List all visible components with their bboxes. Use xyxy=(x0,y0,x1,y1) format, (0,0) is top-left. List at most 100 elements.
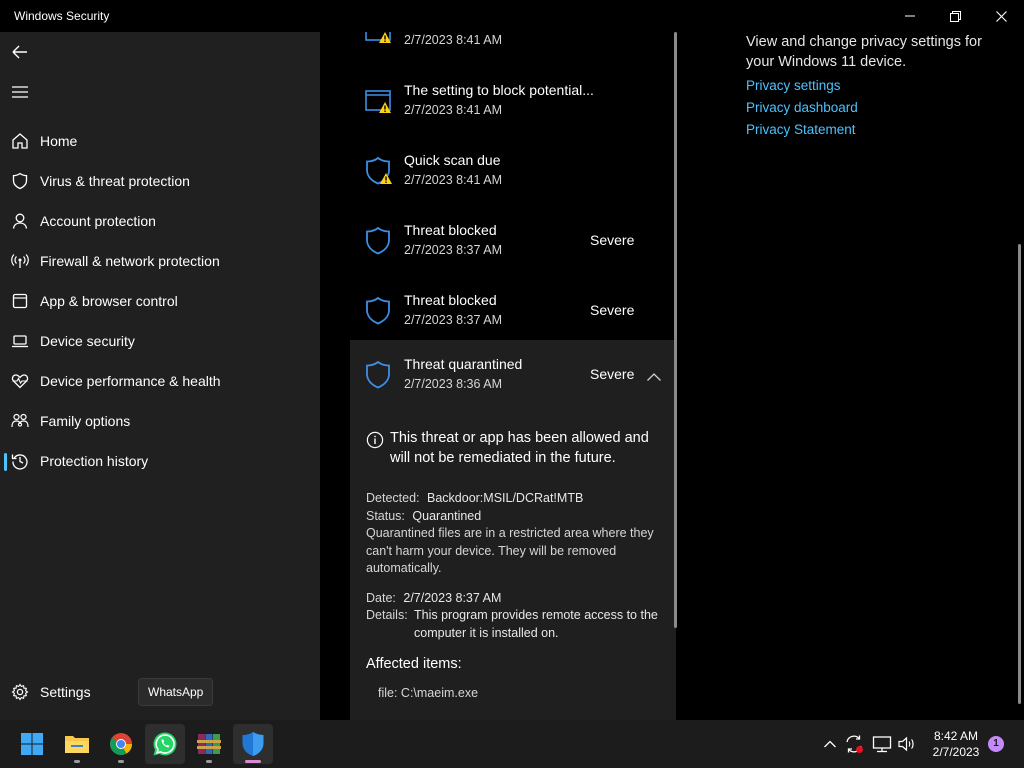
sidebar-item-device-performance[interactable]: Device performance & health xyxy=(0,363,320,399)
history-item[interactable]: 2/7/2023 8:41 AM xyxy=(350,32,676,66)
history-item[interactable]: Quick scan due 2/7/2023 8:41 AM xyxy=(350,136,676,206)
minimize-icon xyxy=(905,15,915,17)
history-item-date: 2/7/2023 8:41 AM xyxy=(404,173,502,187)
network-tray-button[interactable] xyxy=(871,732,893,756)
sidebar-item-device-security[interactable]: Device security xyxy=(0,323,320,359)
volume-tray-button[interactable] xyxy=(896,732,918,756)
privacy-settings-link[interactable]: Privacy settings xyxy=(746,78,986,93)
sidebar-item-home[interactable]: Home xyxy=(0,123,320,159)
sidebar-item-protection-history[interactable]: Protection history xyxy=(0,443,320,479)
sidebar-item-settings[interactable]: Settings xyxy=(0,674,130,710)
back-arrow-icon xyxy=(12,45,27,59)
sidebar-item-label: Device security xyxy=(40,333,135,349)
date-value: 2/7/2023 8:37 AM xyxy=(403,591,502,605)
notification-badge[interactable]: 1 xyxy=(988,736,1004,752)
expanded-history-item: Threat quarantined 2/7/2023 8:36 AM Seve… xyxy=(350,340,676,720)
winrar-icon xyxy=(197,734,221,754)
window-title: Windows Security xyxy=(14,9,110,23)
chevron-up-icon xyxy=(824,740,836,748)
show-hidden-icons-button[interactable] xyxy=(819,732,841,756)
laptop-icon xyxy=(11,332,29,350)
file-explorer-icon xyxy=(65,736,89,753)
warning-window-icon xyxy=(364,86,394,116)
close-button[interactable] xyxy=(978,0,1024,32)
privacy-dashboard-link[interactable]: Privacy dashboard xyxy=(746,100,986,115)
running-indicator xyxy=(118,760,124,763)
history-item-date: 2/7/2023 8:41 AM xyxy=(404,33,502,47)
history-item-date: 2/7/2023 8:37 AM xyxy=(404,313,502,327)
sidebar: Home Virus & threat protection Account p… xyxy=(0,32,320,720)
hamburger-icon xyxy=(12,86,28,98)
protection-history-list: 2/7/2023 8:41 AM The setting to block po… xyxy=(350,32,678,720)
sidebar-item-virus-protection[interactable]: Virus & threat protection xyxy=(0,163,320,199)
history-item-title: The setting to block potential... xyxy=(404,82,594,98)
history-item-date: 2/7/2023 8:37 AM xyxy=(404,243,502,257)
history-item-title: Threat blocked xyxy=(404,222,497,238)
shield-icon xyxy=(11,172,29,190)
sidebar-item-label: Virus & threat protection xyxy=(40,173,190,189)
taskbar-winrar[interactable] xyxy=(189,724,229,764)
affected-file: file: C:\maeim.exe xyxy=(378,686,479,700)
taskbar-whatsapp[interactable] xyxy=(145,724,185,764)
taskbar-windows-security[interactable] xyxy=(233,724,273,764)
home-icon xyxy=(11,132,29,150)
severity-label: Severe xyxy=(590,366,635,382)
status-description: Quarantined files are in a restricted ar… xyxy=(366,526,654,575)
menu-button[interactable] xyxy=(8,80,32,104)
history-item[interactable]: Threat blocked 2/7/2023 8:37 AM Severe xyxy=(350,206,676,276)
detected-value: Backdoor:MSIL/DCRat!MTB xyxy=(427,491,584,505)
history-icon xyxy=(11,452,29,470)
sidebar-item-account-protection[interactable]: Account protection xyxy=(0,203,320,239)
start-button[interactable] xyxy=(12,724,52,764)
running-indicator xyxy=(206,760,212,763)
shield-icon xyxy=(364,296,394,326)
taskbar-chrome[interactable] xyxy=(101,724,141,764)
info-text: This threat or app has been allowed and … xyxy=(390,430,649,466)
sidebar-item-label: Family options xyxy=(40,413,131,429)
heart-pulse-icon xyxy=(11,372,29,390)
taskbar: 8:42 AM 2/7/2023 1 xyxy=(0,720,1024,768)
detected-row: Detected: Backdoor:MSIL/DCRat!MTB xyxy=(366,490,583,508)
date-row: Date: 2/7/2023 8:37 AM xyxy=(366,590,501,608)
sync-tray-button[interactable] xyxy=(843,732,865,756)
clock-time: 8:42 AM xyxy=(933,729,979,743)
whatsapp-tooltip: WhatsApp xyxy=(138,678,214,706)
taskbar-clock[interactable]: 8:42 AM 2/7/2023 xyxy=(926,728,986,760)
privacy-section: View and change privacy settings for you… xyxy=(746,32,986,137)
sidebar-item-family-options[interactable]: Family options xyxy=(0,403,320,439)
page-scrollbar[interactable] xyxy=(1018,244,1021,704)
chevron-up-icon[interactable] xyxy=(646,370,662,382)
history-scrollbar[interactable] xyxy=(674,32,677,628)
wifi-icon xyxy=(11,252,29,270)
affected-items-heading: Affected items: xyxy=(366,656,462,672)
history-item-header[interactable]: Threat quarantined 2/7/2023 8:36 AM Seve… xyxy=(350,340,676,410)
history-item[interactable]: The setting to block potential... 2/7/20… xyxy=(350,66,676,136)
shield-icon xyxy=(364,360,394,390)
status-label: Status: xyxy=(366,509,405,523)
sidebar-item-label: Firewall & network protection xyxy=(40,253,220,269)
restore-button[interactable] xyxy=(932,0,978,32)
taskbar-file-explorer[interactable] xyxy=(57,724,97,764)
sidebar-item-firewall[interactable]: Firewall & network protection xyxy=(0,243,320,279)
history-item[interactable]: Threat blocked 2/7/2023 8:37 AM Severe xyxy=(350,276,676,346)
sync-icon xyxy=(846,735,863,753)
privacy-description: View and change privacy settings for you… xyxy=(746,34,982,70)
app-window-icon xyxy=(11,292,29,310)
severity-label: Severe xyxy=(590,232,635,248)
details-label: Details: xyxy=(366,608,408,622)
privacy-statement-link[interactable]: Privacy Statement xyxy=(746,122,986,137)
history-item-date: 2/7/2023 8:41 AM xyxy=(404,103,502,117)
minimize-button[interactable] xyxy=(887,0,933,32)
speaker-icon xyxy=(898,736,914,752)
history-item-title: Quick scan due xyxy=(404,152,501,168)
sidebar-item-label: Settings xyxy=(40,684,91,700)
sidebar-item-label: Home xyxy=(40,133,78,149)
info-icon xyxy=(366,431,384,449)
sidebar-item-app-browser[interactable]: App & browser control xyxy=(0,283,320,319)
start-icon xyxy=(21,733,43,755)
sidebar-item-label: Account protection xyxy=(40,213,156,229)
title-bar: Windows Security xyxy=(0,0,1024,32)
date-label: Date: xyxy=(366,591,396,605)
back-button[interactable] xyxy=(8,40,32,64)
severity-label: Severe xyxy=(590,302,635,318)
